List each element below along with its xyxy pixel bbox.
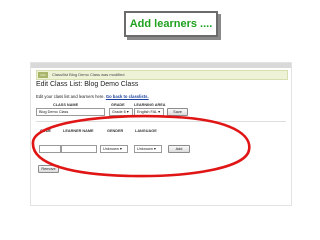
header-gender: GENDER (107, 129, 124, 133)
language-select[interactable]: Unknown ▾ (134, 145, 162, 153)
header-grade: GRADE (111, 103, 125, 107)
code-input[interactable] (39, 145, 61, 153)
notice-bar: Info Class/list Blog Demo Class was modi… (36, 70, 288, 80)
class-name-input[interactable]: Blog Demo Class (36, 108, 105, 116)
back-to-classlists-link[interactable]: Go back to classlists. (106, 94, 149, 99)
header-code: CODE (40, 129, 51, 133)
header-class-name: CLASS NAME (53, 103, 79, 107)
remove-button[interactable]: Remove (38, 165, 59, 173)
notice-text: Class/list Blog Demo Class was modified (52, 72, 125, 77)
instructions: Edit your class list and learners here. … (36, 94, 149, 99)
save-button[interactable]: Save (167, 108, 188, 116)
header-learner-name: LEARNER NAME (63, 129, 94, 133)
divider (36, 121, 286, 122)
learning-area-select[interactable]: English FAL ▾ (134, 108, 164, 116)
header-learning-area: LEARNING AREA (134, 103, 166, 107)
slide-title: Add learners .... (124, 11, 218, 37)
instructions-text: Edit your class list and learners here. (36, 94, 106, 99)
grade-select[interactable]: Grade 6 ▾ (109, 108, 133, 116)
header-language: LANGUAGE (135, 129, 157, 133)
learner-name-input[interactable] (61, 145, 97, 153)
gender-select[interactable]: Unknown ▾ (100, 145, 128, 153)
page-title: Edit Class List: Blog Demo Class (36, 81, 139, 88)
info-badge: Info (38, 72, 48, 78)
app-screenshot: Info Class/list Blog Demo Class was modi… (30, 62, 292, 206)
top-bar (31, 63, 291, 68)
add-button[interactable]: Add (168, 145, 190, 153)
